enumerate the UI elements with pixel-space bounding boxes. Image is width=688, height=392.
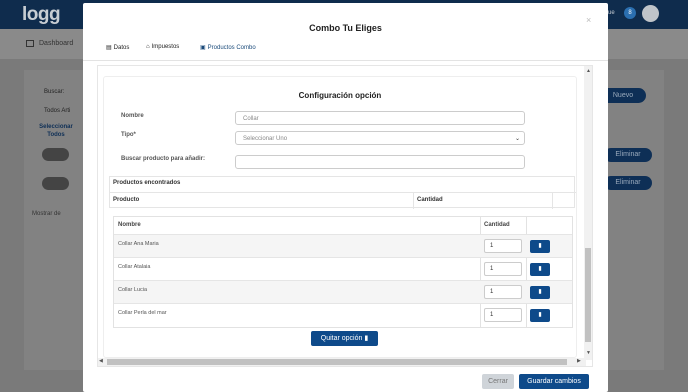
found-products-box: Productos encontrados Producto Cantidad [109, 176, 576, 209]
tab-label: Datos [113, 44, 130, 51]
delete-button[interactable]: ▮ [530, 263, 550, 276]
eliminar-button[interactable]: Eliminar [604, 148, 652, 162]
config-title: Configuración opción [298, 91, 382, 100]
avatar[interactable] [642, 5, 659, 22]
product-name: Collar Perla del mar [118, 310, 167, 316]
product-name: Collar Ana Maria [118, 241, 159, 247]
modal-scroll-area[interactable]: Configuración opción Nombre Collar Tipo*… [97, 65, 593, 367]
bank-icon: ⌂ [146, 44, 150, 50]
tab-datos[interactable]: ▤ Datos [106, 44, 130, 52]
chevron-down-icon: ⌄ [514, 136, 520, 142]
buscar-producto-label: Buscar producto para añadir: [121, 156, 206, 162]
cerrar-button[interactable]: Cerrar [482, 374, 514, 389]
product-name: Collar Lucia [118, 287, 148, 293]
config-card: Configuración opción Nombre Collar Tipo*… [103, 76, 577, 358]
scrollbar-thumb[interactable] [585, 248, 591, 342]
box-icon: ▣ [200, 45, 206, 51]
quitar-opcion-button[interactable]: Quitar opción ▮ [311, 331, 378, 346]
delete-button[interactable]: ▮ [530, 286, 550, 299]
col-header-nombre: Nombre [118, 222, 141, 228]
column-divider [413, 193, 414, 209]
guardar-cambios-button[interactable]: Guardar cambios [519, 374, 589, 389]
scroll-up-icon[interactable]: ▲ [586, 68, 591, 74]
vertical-scrollbar[interactable]: ▲ ▼ [584, 66, 592, 360]
modal-title: Combo Tu Eliges [309, 23, 382, 33]
column-divider [552, 193, 553, 209]
bg-show-entries: Mostrar de [32, 211, 61, 217]
document-icon: ▤ [106, 45, 112, 51]
delete-button[interactable]: ▮ [530, 309, 550, 322]
row-toggle[interactable] [42, 177, 69, 190]
nombre-label: Nombre [121, 113, 144, 119]
bg-filter-tabs[interactable]: Todos Arti [44, 108, 70, 114]
tab-label: Impuestos [151, 44, 180, 50]
modal-tabs: ▤ Datos ⌂ Impuestos ▣ Productos Combo [83, 41, 608, 61]
scroll-down-icon[interactable]: ▼ [586, 350, 591, 356]
trash-icon: ▮ [538, 289, 542, 295]
scroll-right-icon[interactable]: ▶ [577, 358, 581, 364]
delete-button[interactable]: ▮ [530, 240, 550, 253]
quitar-opcion-label: Quitar opción [320, 335, 363, 342]
table-row: Collar Lucia 1 ▮ [114, 280, 572, 303]
nombre-field[interactable]: Collar [235, 111, 525, 125]
col-header-cantidad: Cantidad [484, 222, 510, 228]
close-icon[interactable]: × [586, 15, 591, 25]
quantity-input[interactable]: 1 [484, 308, 522, 322]
user-name: ue [608, 10, 615, 16]
eliminar-button[interactable]: Eliminar [604, 176, 652, 190]
quantity-input[interactable]: 1 [484, 285, 522, 299]
combo-modal: Combo Tu Eliges × ▤ Datos ⌂ Impuestos ▣ … [83, 3, 608, 392]
tipo-label: Tipo* [121, 132, 136, 138]
select-all-label[interactable]: Seleccionar Todos [38, 123, 74, 139]
horizontal-scrollbar[interactable]: ◀ ▶ [98, 358, 586, 366]
table-row: Collar Atalaia 1 ▮ [114, 257, 572, 280]
quantity-input[interactable]: 1 [484, 262, 522, 276]
row-toggle[interactable] [42, 148, 69, 161]
tipo-select[interactable]: Seleccionar Uno ⌄ [235, 131, 525, 145]
tipo-selected-value: Seleccionar Uno [243, 136, 288, 142]
table-row: Collar Ana Maria 1 ▮ [114, 234, 572, 257]
found-products-title: Productos encontrados [113, 180, 181, 186]
tab-productos-combo[interactable]: ▣ Productos Combo [200, 44, 256, 52]
buscar-producto-input[interactable] [235, 155, 525, 169]
products-table: Nombre Cantidad Collar Ana Maria 1 ▮ Col… [113, 216, 573, 328]
scrollbar-thumb[interactable] [107, 359, 567, 365]
trash-icon: ▮ [538, 312, 542, 318]
quantity-input[interactable]: 1 [484, 239, 522, 253]
tab-impuestos[interactable]: ⌂ Impuestos [146, 44, 179, 50]
col-header-producto: Producto [113, 197, 140, 203]
product-name: Collar Atalaia [118, 264, 151, 270]
dashboard-label: Dashboard [39, 40, 74, 47]
dashboard-link[interactable]: Dashboard [26, 40, 73, 47]
table-row: Collar Perla del mar 1 ▮ [114, 303, 572, 326]
scroll-left-icon[interactable]: ◀ [99, 358, 103, 364]
tab-label: Productos Combo [207, 44, 256, 51]
dashboard-icon [26, 40, 34, 47]
app-logo: logg [22, 4, 61, 25]
bg-search-label: Buscar: [44, 89, 65, 95]
trash-icon: ▮ [364, 335, 369, 342]
trash-icon: ▮ [538, 266, 542, 272]
found-products-header: Producto Cantidad [110, 192, 576, 209]
col-header-cantidad: Cantidad [417, 197, 443, 203]
notification-badge[interactable]: 8 [624, 7, 636, 19]
trash-icon: ▮ [538, 243, 542, 249]
